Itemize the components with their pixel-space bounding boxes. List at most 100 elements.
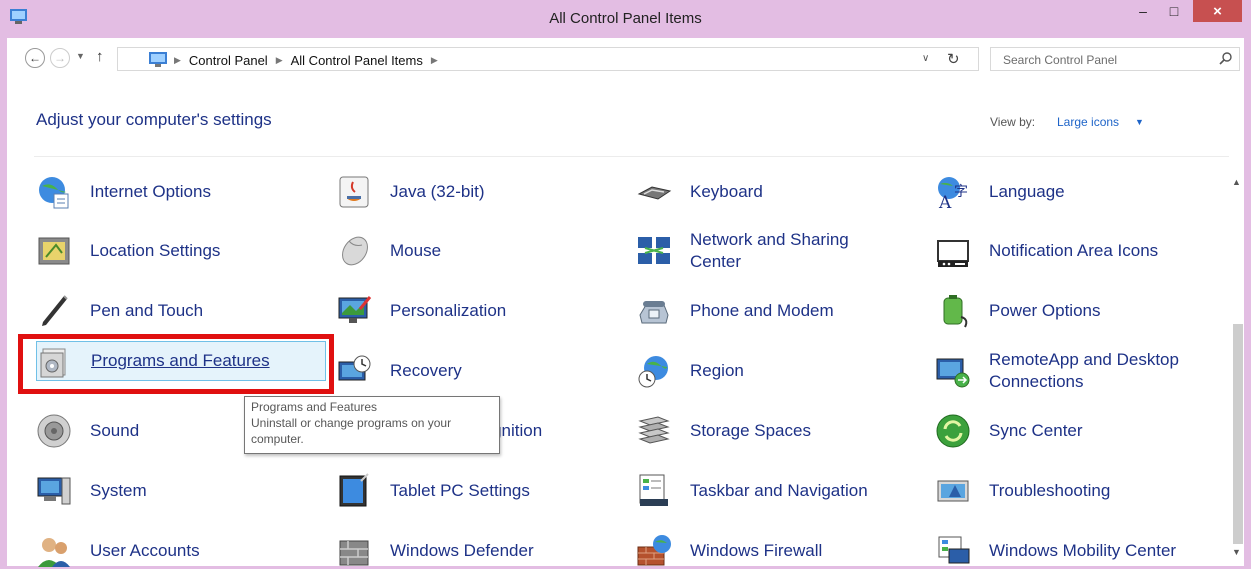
- keyboard-icon: [636, 174, 672, 210]
- item-label: Windows Mobility Center: [989, 541, 1177, 560]
- item-internet-options[interactable]: Internet Options: [36, 172, 326, 212]
- item-windows-mobility-center[interactable]: Windows Mobility Center: [935, 531, 1225, 569]
- item-remoteapp-and-desktop-connections[interactable]: RemoteApp and Desktop Connections: [935, 346, 1225, 396]
- forward-arrow-icon[interactable]: →: [50, 48, 70, 68]
- item-keyboard[interactable]: Keyboard: [636, 172, 926, 212]
- region-icon: [636, 353, 672, 389]
- search-placeholder: Search Control Panel: [1003, 53, 1118, 67]
- recovery-icon: [336, 353, 372, 389]
- scroll-up-arrow-icon[interactable]: ▲: [1232, 177, 1241, 187]
- network-icon: [636, 233, 672, 269]
- tooltip-line2: computer.: [251, 432, 304, 446]
- title-bar: All Control Panel Items – □ ×: [0, 0, 1251, 38]
- item-system[interactable]: System: [36, 471, 326, 511]
- scroll-down-arrow-icon[interactable]: ▼: [1232, 547, 1241, 557]
- breadcrumb-separator-icon[interactable]: ▶: [431, 55, 438, 66]
- item-label-line1: RemoteApp and Desktop: [989, 350, 1179, 369]
- address-dropdown-icon[interactable]: ∨: [922, 53, 929, 64]
- mouse-icon: [336, 233, 372, 269]
- search-icon[interactable]: [1219, 51, 1233, 65]
- minimize-button[interactable]: –: [1129, 0, 1157, 22]
- control-panel-icon: [149, 52, 167, 67]
- pen-icon: [36, 293, 72, 329]
- sync-icon: [935, 413, 971, 449]
- divider: [34, 156, 1229, 157]
- item-network-and-sharing-center[interactable]: Network and Sharing Center: [636, 226, 926, 276]
- item-label-line2: Center: [690, 252, 742, 271]
- item-label-group: Network and Sharing Center: [690, 229, 849, 273]
- item-label: Windows Defender: [390, 541, 534, 560]
- storage-icon: [636, 413, 672, 449]
- item-taskbar-and-navigation[interactable]: Taskbar and Navigation: [636, 471, 926, 511]
- item-notification-area-icons[interactable]: Notification Area Icons: [935, 231, 1225, 271]
- item-tablet-pc-settings[interactable]: Tablet PC Settings: [336, 471, 626, 511]
- language-icon: A字: [935, 174, 971, 210]
- item-user-accounts[interactable]: User Accounts: [36, 531, 326, 569]
- tooltip-title: Programs and Features: [251, 400, 378, 414]
- window-title: All Control Panel Items: [549, 10, 702, 27]
- battery-icon: [935, 293, 971, 329]
- personalization-icon: [336, 293, 372, 329]
- item-windows-firewall[interactable]: Windows Firewall: [636, 531, 926, 569]
- tablet-icon: [336, 473, 372, 509]
- notification-area-icon: [935, 233, 971, 269]
- maximize-button[interactable]: □: [1160, 0, 1188, 22]
- item-label: Recovery: [390, 361, 462, 380]
- view-by-dropdown[interactable]: Large icons: [1057, 115, 1119, 129]
- user-accounts-icon: [36, 533, 72, 569]
- svg-text:A: A: [938, 193, 952, 210]
- vertical-scrollbar[interactable]: ▲ ▼: [1230, 157, 1244, 566]
- remoteapp-icon: [935, 353, 971, 389]
- item-personalization[interactable]: Personalization: [336, 291, 626, 331]
- speaker-icon: [36, 413, 72, 449]
- item-language[interactable]: A字 Language: [935, 172, 1225, 212]
- back-arrow-icon[interactable]: ←: [25, 48, 45, 68]
- item-label: Sync Center: [989, 421, 1083, 440]
- java-icon: [336, 174, 372, 210]
- item-location-settings[interactable]: Location Settings: [36, 231, 326, 271]
- search-input[interactable]: Search Control Panel: [990, 47, 1240, 71]
- view-by-label: View by:: [990, 115, 1036, 129]
- item-label: Location Settings: [90, 241, 221, 260]
- refresh-icon[interactable]: ↻: [947, 50, 960, 68]
- mobility-center-icon: [935, 533, 971, 569]
- item-power-options[interactable]: Power Options: [935, 291, 1225, 331]
- view-by-caret-icon[interactable]: ▼: [1135, 117, 1144, 127]
- item-label: Personalization: [390, 301, 507, 320]
- breadcrumb-separator-icon[interactable]: ▶: [174, 55, 181, 66]
- item-label-line2: Connections: [989, 372, 1084, 391]
- item-label: Tablet PC Settings: [390, 481, 530, 500]
- breadcrumb-all-items[interactable]: All Control Panel Items: [291, 53, 423, 68]
- item-label: Notification Area Icons: [989, 241, 1159, 260]
- recent-locations-chevron-icon[interactable]: ▼: [76, 51, 85, 61]
- item-java[interactable]: Java (32-bit): [336, 172, 626, 212]
- close-button[interactable]: ×: [1193, 0, 1242, 22]
- item-label-line1: Network and Sharing: [690, 230, 849, 249]
- scroll-thumb[interactable]: [1233, 324, 1243, 544]
- item-recovery[interactable]: Recovery: [336, 351, 626, 391]
- svg-text:字: 字: [954, 184, 968, 200]
- item-troubleshooting[interactable]: Troubleshooting: [935, 471, 1225, 511]
- item-sync-center[interactable]: Sync Center: [935, 411, 1225, 451]
- window-border-left: [0, 38, 7, 569]
- item-windows-defender[interactable]: Windows Defender: [336, 531, 626, 569]
- breadcrumb: ▶ Control Panel ▶ All Control Panel Item…: [174, 53, 438, 68]
- breadcrumb-control-panel[interactable]: Control Panel: [189, 53, 268, 68]
- item-label: Sound: [90, 421, 140, 440]
- up-arrow-icon[interactable]: ↑: [96, 48, 104, 65]
- item-label: Internet Options: [90, 182, 211, 201]
- item-label: Keyboard: [690, 182, 763, 201]
- item-label: Region: [690, 361, 744, 380]
- item-pen-and-touch[interactable]: Pen and Touch: [36, 291, 326, 331]
- item-storage-spaces[interactable]: Storage Spaces: [636, 411, 926, 451]
- window-border-right: [1244, 38, 1251, 569]
- breadcrumb-separator-icon[interactable]: ▶: [276, 55, 283, 66]
- item-mouse[interactable]: Mouse: [336, 231, 626, 271]
- item-phone-and-modem[interactable]: Phone and Modem: [636, 291, 926, 331]
- taskbar-icon: [636, 473, 672, 509]
- windows-defender-icon: [336, 533, 372, 569]
- item-label: Troubleshooting: [989, 481, 1111, 500]
- item-label: System: [90, 481, 147, 500]
- item-region[interactable]: Region: [636, 351, 926, 391]
- item-label: Pen and Touch: [90, 301, 204, 320]
